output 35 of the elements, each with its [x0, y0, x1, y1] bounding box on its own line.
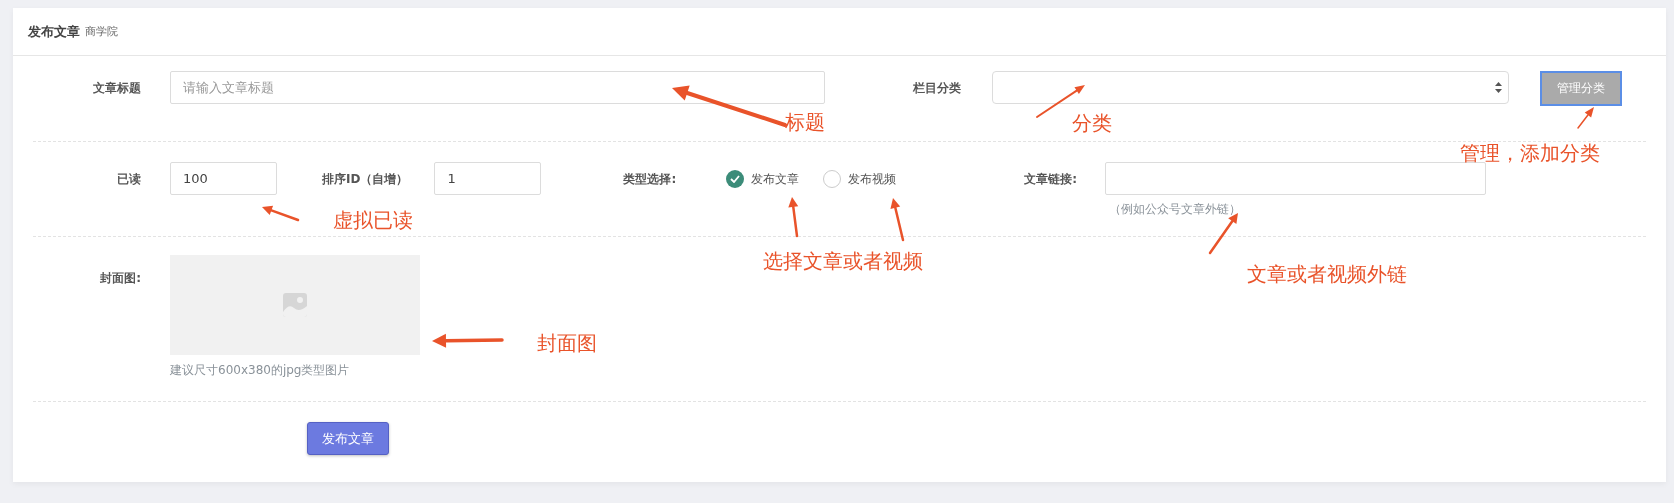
image-icon: [283, 293, 307, 317]
field-label: 栏目分类: [912, 80, 961, 97]
annotation-text: 文章或者视频外链: [1247, 262, 1407, 286]
annotation-arrow: [432, 333, 504, 348]
link-field[interactable]: [1105, 162, 1487, 195]
field-label: 排序ID（自增）: [322, 171, 409, 188]
field-label: 文章标题: [92, 80, 141, 97]
annotation-arrow: [1577, 107, 1594, 129]
category-select[interactable]: [992, 71, 1509, 104]
title-field[interactable]: 请输入文章标题: [170, 71, 825, 104]
radio-option[interactable]: 发布文章: [726, 162, 800, 196]
annotation-text: 虚拟已读: [333, 208, 413, 232]
annotation-text: 封面图: [537, 331, 597, 355]
annotation-text: 管理，添加分类: [1460, 141, 1600, 165]
annotation-text: 分类: [1072, 111, 1112, 135]
field-label: 封面图:: [99, 272, 141, 284]
page-title: 发布文章: [28, 22, 80, 41]
annotation-text: 标题: [785, 110, 825, 134]
field-label: 类型选择:: [623, 171, 677, 188]
radio-option[interactable]: 发布视频: [823, 162, 897, 196]
field-label: 已读: [116, 171, 141, 188]
read-count-field[interactable]: 100: [170, 162, 277, 195]
annotation-text: 选择文章或者视频: [763, 249, 923, 273]
cover-hint: 建议尺寸600x380的jpg类型图片: [170, 362, 351, 379]
sort-caret-icon: [1495, 82, 1502, 93]
cover-upload[interactable]: [170, 255, 420, 355]
page-subtitle: 商学院: [85, 24, 118, 39]
publish-button[interactable]: 发布文章: [307, 422, 389, 455]
link-hint: （例如公众号文章外链）: [1109, 201, 1243, 218]
annotation-arrow: [1208, 213, 1238, 255]
annotation-arrow: [890, 198, 905, 242]
annotation-arrow: [262, 205, 300, 222]
annotation-arrow: [788, 197, 799, 238]
field-label: 文章链接:: [1024, 171, 1078, 188]
sort-id-field[interactable]: 1: [434, 162, 542, 195]
